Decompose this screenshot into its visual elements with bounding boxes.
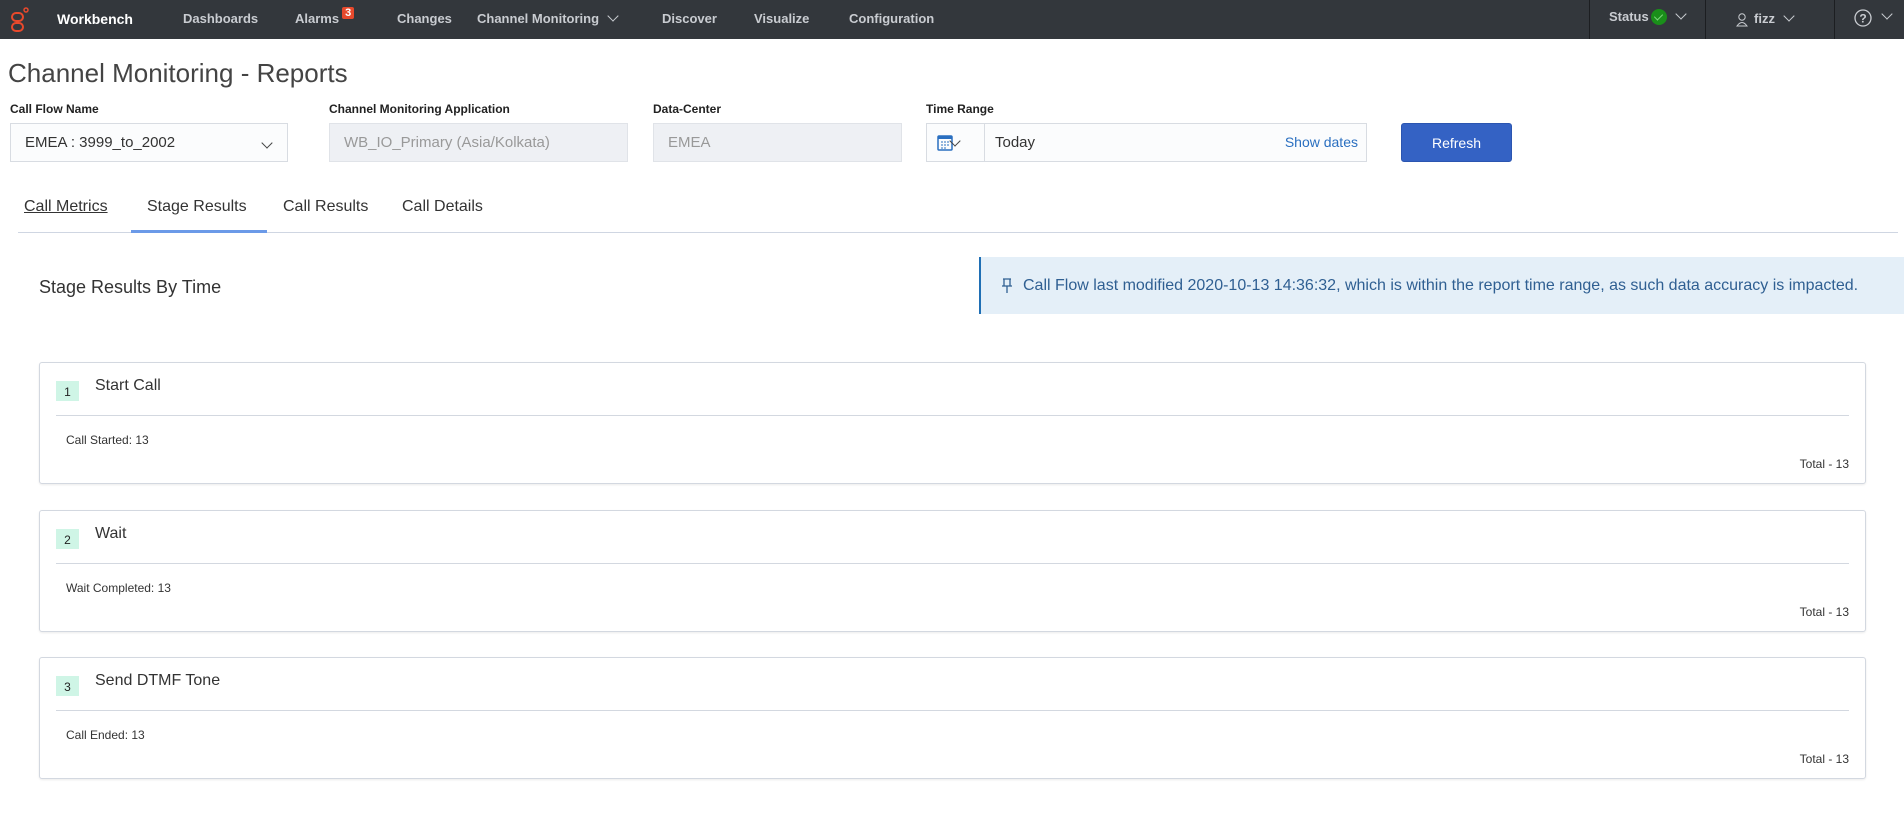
user-name: fizz — [1754, 11, 1775, 26]
stage-total: Total - 13 — [1799, 605, 1849, 619]
status-menu[interactable]: Status — [1609, 8, 1687, 26]
section-title: Stage Results By Time — [39, 277, 222, 297]
time-range-label: Time Range — [926, 102, 994, 116]
refresh-button[interactable]: Refresh — [1401, 123, 1512, 162]
stage-card: 2 Wait Wait Completed: 13 Total - 13 — [39, 510, 1866, 632]
stage-title: Wait — [95, 525, 127, 542]
stage-detail: Call Started: 13 — [66, 433, 149, 447]
genesys-logo-icon[interactable] — [10, 7, 30, 33]
stage-total: Total - 13 — [1799, 752, 1849, 766]
tabs-divider — [18, 232, 1898, 233]
chevron-down-icon — [607, 10, 619, 22]
top-navbar: Workbench Dashboards Alarms 3 Changes Cha… — [0, 0, 1904, 39]
stage-number: 3 — [56, 676, 79, 696]
divider — [1589, 0, 1590, 39]
pin-icon — [1002, 278, 1012, 293]
divider — [56, 563, 1849, 564]
alarm-count-badge: 3 — [342, 7, 355, 19]
data-center-field: EMEA — [653, 123, 902, 162]
banner-text: Call Flow last modified 2020-10-13 14:36… — [1023, 277, 1859, 294]
nav-channel-monitoring[interactable]: Channel Monitoring — [477, 10, 619, 26]
stage-detail: Call Ended: 13 — [66, 728, 145, 742]
nav-channel-monitoring-label: Channel Monitoring — [477, 11, 600, 26]
svg-text:?: ? — [1859, 12, 1866, 26]
time-range-value: Today — [995, 134, 1036, 151]
nav-changes[interactable]: Changes — [397, 11, 452, 26]
stage-detail: Wait Completed: 13 — [66, 581, 171, 595]
chevron-down-icon — [1675, 8, 1687, 20]
stage-title: Start Call — [95, 377, 161, 394]
nav-visualize[interactable]: Visualize — [754, 11, 809, 26]
time-range-field: Today Show dates — [926, 123, 1367, 162]
help-menu[interactable]: ? — [1853, 8, 1893, 28]
stage-title: Send DTMF Tone — [95, 672, 221, 689]
user-icon — [1736, 12, 1748, 27]
application-field: WB_IO_Primary (Asia/Kolkata) — [329, 123, 628, 162]
divider — [1705, 0, 1706, 39]
info-banner: Call Flow last modified 2020-10-13 14:36… — [979, 257, 1904, 314]
time-preset-dropdown[interactable] — [927, 124, 985, 161]
status-label: Status — [1609, 9, 1649, 24]
call-flow-label: Call Flow Name — [10, 102, 99, 116]
nav-discover[interactable]: Discover — [662, 11, 717, 26]
call-flow-value: EMEA : 3999_to_2002 — [25, 134, 176, 151]
nav-alarms[interactable]: Alarms 3 — [295, 7, 355, 26]
user-menu[interactable]: fizz — [1736, 10, 1795, 27]
nav-alarms-label: Alarms — [295, 11, 340, 26]
status-ok-icon — [1650, 8, 1667, 25]
stage-number: 2 — [56, 529, 79, 549]
chevron-down-icon — [261, 137, 273, 149]
stage-total: Total - 13 — [1799, 457, 1849, 471]
tab-stage-results[interactable]: Stage Results — [147, 198, 247, 216]
stage-card: 3 Send DTMF Tone Call Ended: 13 Total - … — [39, 657, 1866, 779]
stage-number: 1 — [56, 381, 79, 401]
divider — [56, 710, 1849, 711]
tab-call-results[interactable]: Call Results — [283, 198, 368, 216]
chevron-down-icon — [1783, 10, 1795, 22]
tab-call-details[interactable]: Call Details — [402, 198, 483, 216]
brand-name[interactable]: Workbench — [57, 11, 133, 27]
page-title: Channel Monitoring - Reports — [8, 58, 348, 88]
nav-dashboards[interactable]: Dashboards — [183, 11, 258, 26]
nav-configuration[interactable]: Configuration — [849, 11, 934, 26]
chevron-down-icon — [1881, 8, 1893, 21]
data-center-label: Data-Center — [653, 102, 722, 116]
active-tab-indicator — [131, 230, 267, 233]
help-icon: ? — [1854, 9, 1872, 27]
tab-call-metrics[interactable]: Call Metrics — [24, 198, 108, 216]
stage-card: 1 Start Call Call Started: 13 Total - 13 — [39, 362, 1866, 484]
call-flow-select[interactable]: EMEA : 3999_to_2002 — [10, 123, 288, 162]
application-label: Channel Monitoring Application — [329, 102, 510, 116]
divider — [1834, 0, 1835, 39]
show-dates-link[interactable]: Show dates — [1285, 124, 1358, 161]
divider — [56, 415, 1849, 416]
